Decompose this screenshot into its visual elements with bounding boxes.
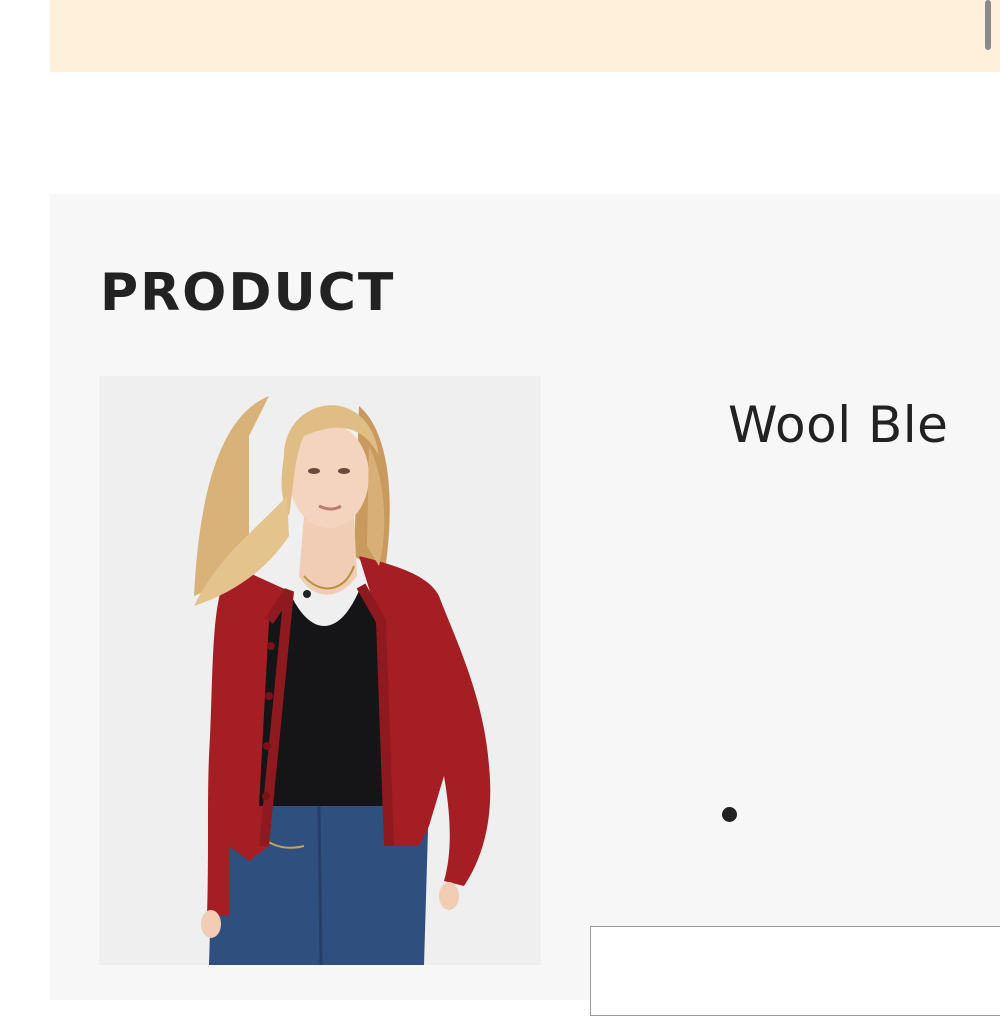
scrollbar-thumb[interactable] (985, 0, 991, 50)
product-title[interactable]: Wool Ble (728, 394, 948, 456)
carousel-dot-active[interactable] (722, 807, 737, 822)
section-heading: PRODUCT (100, 263, 396, 323)
cardigan-photo-icon (99, 376, 541, 965)
variant-select-box[interactable] (590, 926, 1000, 1016)
announcement-bar (50, 0, 1000, 72)
product-image[interactable] (99, 376, 541, 965)
